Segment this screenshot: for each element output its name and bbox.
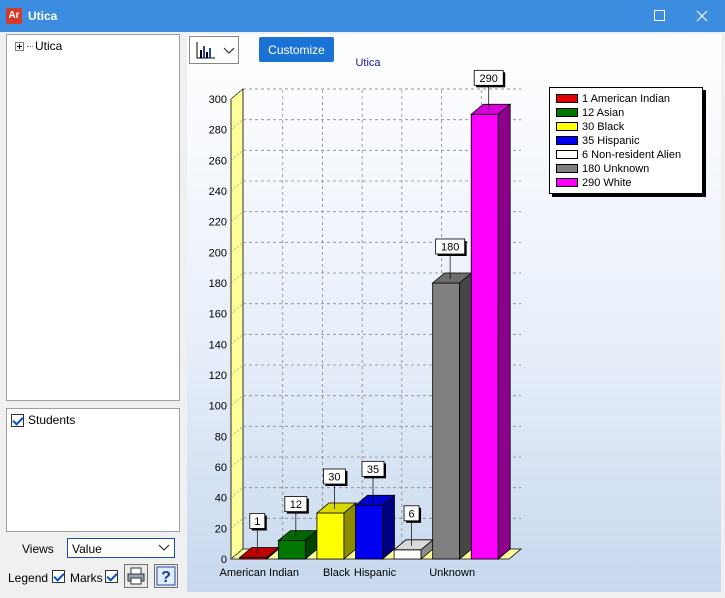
y-tick-label: 120 (209, 370, 227, 382)
legend-entry: 30 Black (556, 120, 624, 133)
bar-side (382, 494, 395, 560)
bar-side (497, 103, 511, 560)
y-tick-label: 280 (209, 125, 227, 137)
legend-label: 30 Black (582, 120, 625, 133)
legend-checkbox[interactable] (52, 570, 65, 583)
bar-front (393, 549, 422, 560)
legend-swatch (556, 136, 578, 145)
data-label: 6 (409, 508, 415, 520)
svg-text:?: ? (161, 569, 171, 586)
selection-list[interactable]: Students (6, 408, 180, 532)
views-select-value: Value (72, 542, 102, 556)
y-tick-label: 220 (209, 217, 227, 229)
legend-label: 180 Unknown (582, 162, 650, 175)
students-checkbox[interactable] (11, 413, 24, 427)
legend-label: Legend (8, 571, 49, 585)
marks-checkbox[interactable] (105, 570, 118, 583)
x-tick-label: American Indian (220, 567, 299, 579)
data-label: 1 (254, 516, 260, 528)
legend-swatch (556, 164, 578, 173)
window-title: Utica (28, 9, 58, 23)
views-select[interactable]: Value (67, 538, 175, 558)
y-tick-label: 80 (215, 431, 227, 443)
bar (354, 494, 396, 560)
expand-icon[interactable] (15, 41, 24, 51)
list-item-label: Students (28, 413, 76, 427)
data-label: 30 (328, 472, 340, 484)
legend-label: 6 Non-resident Alien (582, 148, 682, 161)
printer-icon (127, 567, 145, 585)
print-button[interactable] (124, 564, 148, 588)
data-label: 290 (480, 73, 498, 85)
help-icon: ? (156, 566, 176, 586)
legend-entry: 1 American Indian (556, 92, 670, 105)
bar-side (343, 502, 357, 560)
bar-front (316, 512, 345, 560)
y-tick-label: 240 (209, 186, 227, 198)
x-tick-label: Black (323, 567, 350, 579)
bar-front (277, 540, 306, 560)
tree-node-label: Utica (35, 39, 63, 53)
chevron-down-icon (158, 544, 170, 551)
bar-front (355, 504, 383, 560)
legend-swatch (556, 150, 578, 159)
bar (470, 103, 512, 560)
title-bar: Ar Utica (0, 0, 725, 32)
y-tick-label: 140 (209, 339, 227, 351)
options-row: Legend Marks ? (6, 564, 184, 594)
views-label: Views (22, 542, 54, 556)
tree-connector (27, 45, 33, 47)
legend-swatch (556, 94, 578, 103)
y-tick-label: 0 (221, 554, 227, 566)
views-row: Views Value (6, 538, 178, 560)
legend-entry: 35 Hispanic (556, 134, 639, 147)
chart-left-wall (230, 88, 244, 560)
chart-legend: 1 American Indian 12 Asian 30 Black 35 Hisp… (549, 87, 703, 194)
bar (315, 502, 358, 560)
y-tick-label: 160 (209, 309, 227, 321)
maximize-button[interactable] (637, 0, 683, 32)
legend-label: 35 Hispanic (582, 134, 640, 147)
y-tick-label: 180 (209, 278, 227, 290)
legend-label: 12 Asian (582, 106, 625, 119)
legend-swatch (556, 178, 578, 187)
close-button[interactable] (679, 0, 725, 32)
y-tick-label: 60 (215, 462, 227, 474)
close-icon (696, 10, 708, 22)
marks-label: Marks (70, 571, 103, 585)
bar-front (432, 282, 461, 560)
maximize-icon (654, 10, 665, 21)
help-button[interactable]: ? (154, 564, 178, 588)
app-icon: Ar (6, 8, 22, 24)
x-tick-label: Hispanic (354, 567, 397, 579)
legend-swatch (556, 108, 578, 117)
y-tick-label: 100 (209, 401, 227, 413)
y-tick-label: 300 (209, 94, 227, 106)
y-tick-label: 20 (215, 523, 227, 535)
data-label: 35 (367, 464, 379, 476)
legend-entry: 180 Unknown (556, 162, 649, 175)
legend-entry: 12 Asian (556, 106, 624, 119)
x-tick-label: Unknown (429, 567, 475, 579)
data-label: 180 (441, 242, 459, 254)
legend-entry: 6 Non-resident Alien (556, 148, 681, 161)
bar-front (470, 113, 499, 560)
legend-label: 290 White (582, 176, 632, 189)
legend-label: 1 American Indian (582, 92, 671, 105)
tree-node-utica[interactable]: Utica (15, 39, 62, 53)
bar-side (459, 272, 473, 560)
data-label: 12 (290, 499, 302, 511)
list-item[interactable]: Students (11, 413, 75, 427)
tree-view[interactable]: Utica (6, 34, 180, 401)
bar-chart: 0 20 40 60 80 100 120 140 160 180 200 220 240 260 280 3… (209, 69, 523, 579)
legend-entry: 290 White (556, 176, 632, 189)
legend-swatch (556, 122, 578, 131)
customize-button[interactable]: Customize (259, 37, 334, 62)
y-tick-label: 200 (209, 247, 227, 259)
y-tick-label: 260 (209, 155, 227, 167)
y-tick-label: 40 (215, 493, 227, 505)
bar (431, 272, 473, 560)
